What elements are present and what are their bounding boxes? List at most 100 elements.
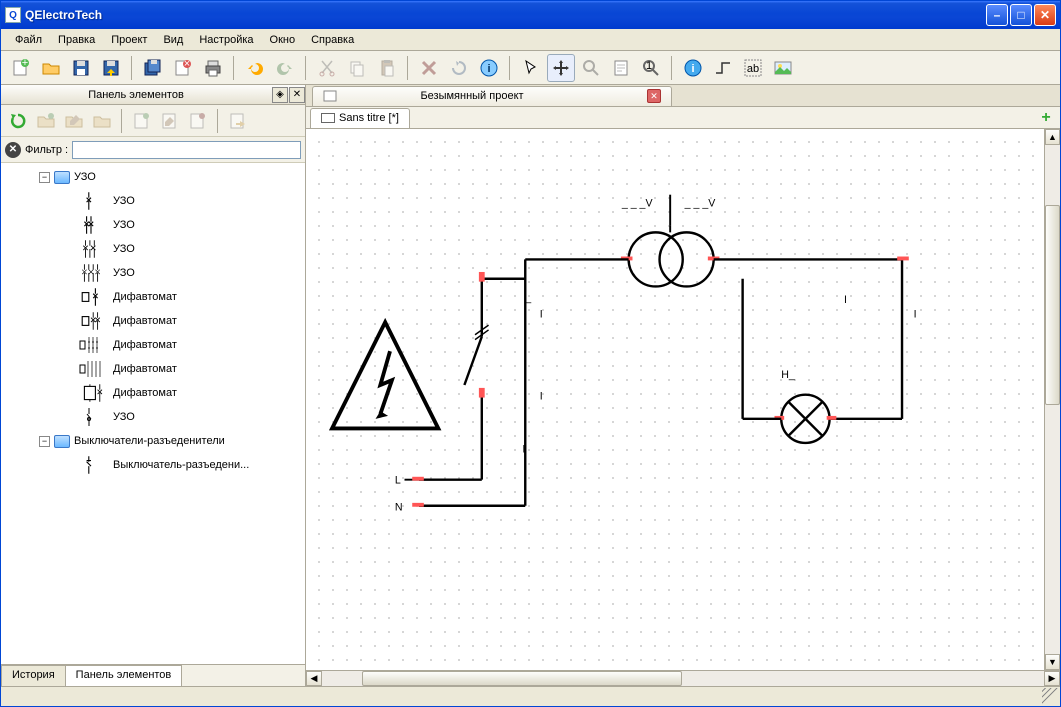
tree-item[interactable]: Дифавтомат (1, 381, 305, 405)
delete-button[interactable] (415, 54, 443, 82)
menubar: Файл Правка Проект Вид Настройка Окно Сп… (1, 29, 1060, 51)
about-button[interactable]: i (679, 54, 707, 82)
tree-item[interactable]: Выключатель-разъедени... (1, 453, 305, 477)
panel-close-button[interactable]: ✕ (289, 87, 305, 103)
save-all-button[interactable] (139, 54, 167, 82)
element-symbol-icon (79, 382, 107, 404)
paste-button[interactable] (373, 54, 401, 82)
project-tabbar: Безымянный проект ✕ (306, 85, 1060, 107)
zoom-tool[interactable] (577, 54, 605, 82)
app-icon: Q (5, 7, 21, 23)
maximize-button[interactable]: □ (1010, 4, 1032, 26)
scroll-down-button[interactable]: ▼ (1045, 654, 1060, 670)
new-project-button[interactable]: + (7, 54, 35, 82)
tree-item[interactable]: УЗО (1, 189, 305, 213)
panel-new-folder-button[interactable] (33, 108, 59, 134)
scroll-track[interactable] (1045, 145, 1060, 654)
vertical-scrollbar[interactable]: ▲ ▼ (1044, 129, 1060, 670)
zoom-fit-button[interactable]: 1 (637, 54, 665, 82)
tab-history[interactable]: История (1, 665, 66, 686)
project-tab[interactable]: Безымянный проект ✕ (312, 86, 672, 106)
panel-delete-element-button[interactable] (185, 108, 211, 134)
text-tool[interactable]: ab (739, 54, 767, 82)
panel-edit-button[interactable] (61, 108, 87, 134)
tree-item[interactable]: Дифавтомат (1, 357, 305, 381)
tree-label: Выключатели-разъеденители (74, 435, 225, 447)
svg-text:ab: ab (747, 63, 759, 75)
toolbar-separator (305, 56, 307, 80)
clear-filter-icon[interactable]: ✕ (5, 142, 21, 158)
canvas-scrollarea[interactable]: _ _ _V _ _ _V (306, 129, 1044, 670)
tree-folder[interactable]: − Выключатели-разъеденители (1, 429, 305, 453)
redo-button[interactable] (271, 54, 299, 82)
scroll-left-button[interactable]: ◀ (306, 671, 322, 686)
info-button[interactable]: i (475, 54, 503, 82)
panel-titlebar: Панель элементов ◈ ✕ (1, 85, 305, 105)
menu-settings[interactable]: Настройка (191, 32, 261, 48)
tree-item[interactable]: УЗО (1, 213, 305, 237)
save-button[interactable] (67, 54, 95, 82)
close-button[interactable]: ✕ (1034, 4, 1056, 26)
print-button[interactable] (199, 54, 227, 82)
scroll-thumb[interactable] (1045, 205, 1060, 405)
menu-view[interactable]: Вид (155, 32, 191, 48)
expander-icon[interactable]: − (39, 436, 50, 447)
move-tool[interactable] (547, 54, 575, 82)
element-tree[interactable]: − УЗО УЗО УЗО УЗО УЗО Дифавтомат Дифавто… (1, 163, 305, 664)
open-button[interactable] (37, 54, 65, 82)
image-tool[interactable] (769, 54, 797, 82)
tree-item[interactable]: УЗО (1, 405, 305, 429)
sheet-tab[interactable]: Sans titre [*] (310, 108, 410, 128)
copy-button[interactable] (343, 54, 371, 82)
wire-tool[interactable] (709, 54, 737, 82)
scroll-up-button[interactable]: ▲ (1045, 129, 1060, 145)
window-title: QElectroTech (25, 8, 986, 22)
tree-item[interactable]: Дифавтомат (1, 285, 305, 309)
svg-text:+: + (22, 58, 28, 69)
page-tool[interactable] (607, 54, 635, 82)
menu-file[interactable]: Файл (7, 32, 50, 48)
menu-window[interactable]: Окно (262, 32, 304, 48)
tree-item[interactable]: Дифавтомат (1, 309, 305, 333)
save-as-button[interactable] (97, 54, 125, 82)
close-doc-button[interactable]: × (169, 54, 197, 82)
schematic-canvas[interactable]: _ _ _V _ _ _V (306, 129, 1044, 670)
tree-item[interactable]: УЗО (1, 261, 305, 285)
expander-icon[interactable]: − (39, 172, 50, 183)
menu-edit[interactable]: Правка (50, 32, 103, 48)
scroll-thumb[interactable] (362, 671, 682, 686)
pointer-tool[interactable] (517, 54, 545, 82)
scroll-right-button[interactable]: ▶ (1044, 671, 1060, 686)
tree-item[interactable]: УЗО (1, 237, 305, 261)
panel-edit-element-button[interactable] (157, 108, 183, 134)
rotate-button[interactable] (445, 54, 473, 82)
tree-label: Дифавтомат (113, 387, 177, 399)
panel-float-button[interactable]: ◈ (272, 87, 288, 103)
sheet-tabbar: Sans titre [*] + (306, 107, 1060, 129)
folder-icon (54, 435, 70, 448)
panel-new-element-button[interactable] (129, 108, 155, 134)
menu-project[interactable]: Проект (103, 32, 155, 48)
svg-text:×: × (184, 58, 190, 70)
tree-item[interactable]: Дифавтомат (1, 333, 305, 357)
panel-import-button[interactable] (225, 108, 251, 134)
panel-refresh-button[interactable] (5, 108, 31, 134)
panel-open-folder-button[interactable] (89, 108, 115, 134)
cut-button[interactable] (313, 54, 341, 82)
horizontal-scrollbar[interactable]: ◀ ▶ (306, 670, 1060, 686)
undo-button[interactable] (241, 54, 269, 82)
element-symbol-icon (79, 238, 107, 260)
minimize-button[interactable]: – (986, 4, 1008, 26)
tab-elements[interactable]: Панель элементов (65, 665, 183, 686)
toolbar-separator (233, 56, 235, 80)
app-window: Q QElectroTech – □ ✕ Файл Правка Проект … (0, 0, 1061, 707)
project-close-button[interactable]: ✕ (647, 89, 661, 103)
tree-folder[interactable]: − УЗО (1, 165, 305, 189)
scroll-track[interactable] (322, 671, 1044, 686)
resize-grip[interactable] (1042, 688, 1060, 706)
element-symbol-icon (79, 454, 107, 476)
menu-help[interactable]: Справка (303, 32, 362, 48)
filter-input[interactable] (72, 141, 301, 159)
editor-area: Безымянный проект ✕ Sans titre [*] + _ _… (306, 85, 1060, 686)
add-sheet-button[interactable]: + (1036, 108, 1056, 128)
